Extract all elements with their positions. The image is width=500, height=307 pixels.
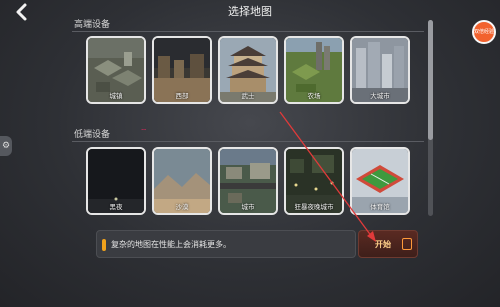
section-divider [72,141,424,142]
map-label-big-city: 大城市 [370,92,390,100]
map-list-panel[interactable]: 高端设备 城镇 西部 武士 农场 大城市 低端设备 ⌔ 黑夜 沙漠 城市 狂暴夜… [70,14,426,222]
map-card-big-city[interactable]: 大城市 [350,36,410,104]
map-label-desert: 沙漠 [175,203,189,211]
map-label-night-city: 狂暴夜晚城市 [294,203,334,211]
map-card-night-city[interactable]: 狂暴夜晚城市 [284,147,344,215]
notice-bar: 复杂的地图在性能上会消耗更多。 [96,230,356,258]
map-card-night[interactable]: 黑夜 [86,147,146,215]
map-label-samurai: 武士 [241,92,255,100]
map-label-farm: 农场 [307,92,321,100]
map-card-city[interactable]: 城市 [218,147,278,215]
map-label-stadium: 体育馆 [370,203,390,211]
map-card-samurai[interactable]: 武士 [218,36,278,104]
scrollbar-thumb[interactable] [428,20,433,140]
map-list-scrollbar[interactable] [428,20,433,216]
map-card-west[interactable]: 西部 [152,36,212,104]
section-divider [72,31,424,32]
exit-door-icon [402,238,412,250]
double-exp-badge[interactable]: 双倍经验 [472,20,496,44]
map-card-farm[interactable]: 农场 [284,36,344,104]
exclamation-icon [102,239,106,251]
map-label-night: 黑夜 [109,203,123,211]
map-label-city: 城市 [241,203,255,211]
map-card-stadium[interactable]: 体育馆 [350,147,410,215]
start-button-label: 开始 [375,240,391,249]
map-card-desert[interactable]: 沙漠 [152,147,212,215]
side-handle-icon[interactable]: ⚙ [0,136,12,156]
map-label-west: 西部 [175,92,189,100]
map-card-town[interactable]: 城镇 [86,36,146,104]
start-button[interactable]: 开始 [358,230,418,258]
section-title-high-end: 高端设备 [74,20,111,30]
section-title-low-end: 低端设备 [74,130,111,140]
wifi-icon: ⌔ [140,127,148,136]
notice-text: 复杂的地图在性能上会消耗更多。 [111,240,231,249]
map-label-town: 城镇 [109,92,123,100]
